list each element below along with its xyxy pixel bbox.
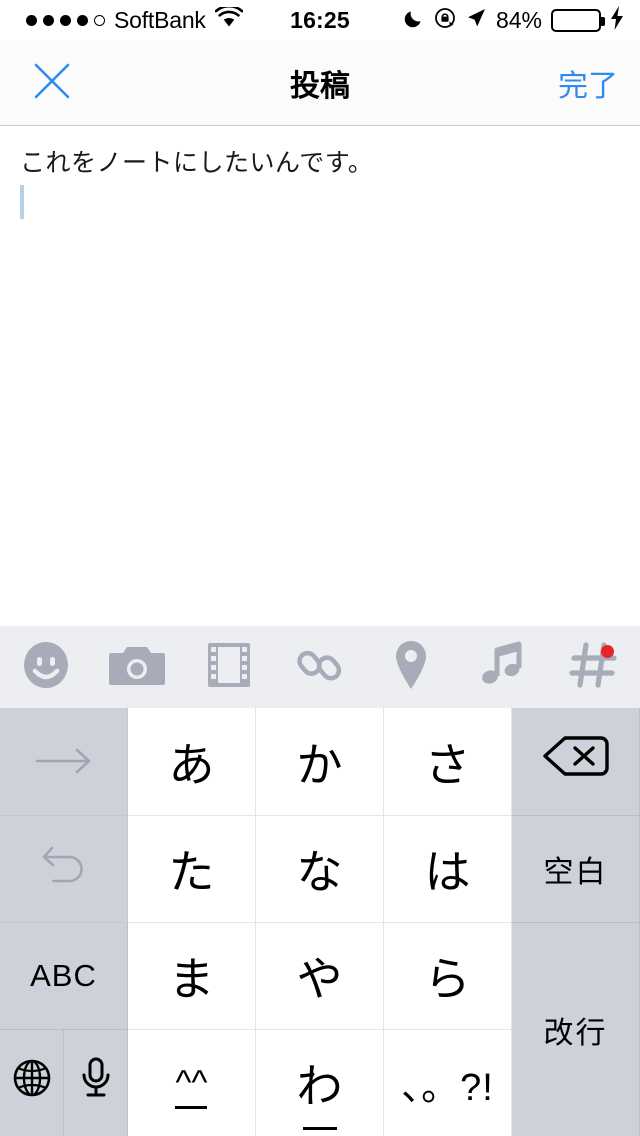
key-na[interactable]: な [256, 816, 384, 923]
hashtag-badge [600, 645, 614, 658]
video-button[interactable] [183, 626, 274, 708]
undo-arrow-icon [38, 840, 90, 899]
app-root: SoftBank 16:25 84% 投稿 完了 これをノートにしたいんです。 … [0, 0, 640, 1136]
attachment-toolbar [0, 626, 640, 708]
location-arrow-icon [465, 7, 487, 34]
done-button[interactable]: 完了 [558, 40, 618, 126]
wa-underline [302, 1127, 337, 1130]
composer-textarea[interactable]: これをノートにしたいんです。 [0, 127, 640, 626]
backspace-key[interactable] [512, 708, 640, 816]
lightning-bolt-icon [610, 5, 624, 35]
music-note-icon [479, 640, 527, 695]
status-bar-right: 84% [403, 0, 624, 40]
key-wa[interactable]: わ [256, 1030, 384, 1136]
key-ha[interactable]: は [384, 816, 512, 923]
nav-bar: 投稿 完了 [0, 40, 640, 126]
key-ta[interactable]: た [128, 816, 256, 923]
emoji-button[interactable] [0, 626, 91, 708]
moon-icon [403, 7, 425, 34]
key-a[interactable]: あ [128, 708, 256, 816]
camera-icon [109, 641, 166, 694]
camera-button[interactable] [91, 626, 182, 708]
return-key[interactable]: 改行 [512, 923, 640, 1136]
dictation-key[interactable] [64, 1030, 128, 1136]
battery-icon [551, 8, 605, 32]
key-punctuation[interactable]: 、。?! [384, 1030, 512, 1136]
text-caret [20, 185, 24, 220]
globe-key[interactable] [0, 1030, 64, 1136]
key-wa-label: わ [296, 1060, 343, 1112]
next-candidate-key[interactable] [0, 708, 128, 816]
backspace-icon [542, 732, 609, 791]
keyboard: あ か さ た な は 空白 ABC ま や ら 改行 ^^ わ 、。?! [0, 708, 640, 1136]
composer-text: これをノートにしたいんです。 [20, 149, 374, 177]
location-pin-icon [391, 639, 431, 696]
abc-mode-key[interactable]: ABC [0, 923, 128, 1030]
hashtag-button[interactable] [549, 626, 640, 708]
key-ka[interactable]: か [256, 708, 384, 816]
film-icon [206, 641, 252, 694]
location-button[interactable] [366, 626, 457, 708]
emoji-icon [19, 638, 73, 697]
key-kaomoji[interactable]: ^^ [128, 1030, 256, 1136]
key-ma[interactable]: ま [128, 923, 256, 1030]
undo-key[interactable] [0, 816, 128, 923]
arrow-right-icon [33, 735, 95, 789]
link-button[interactable] [274, 626, 365, 708]
wa-label-wrap: わ [296, 1050, 343, 1130]
link-icon [295, 640, 345, 695]
battery-percent-label: 84% [495, 6, 542, 33]
kaomoji-label: ^^ [175, 1064, 208, 1109]
space-key[interactable]: 空白 [512, 816, 640, 923]
page-title: 投稿 [290, 70, 350, 103]
rotation-lock-icon [434, 7, 456, 34]
battery-nub [601, 16, 605, 26]
globe-icon [10, 1056, 54, 1111]
key-ya[interactable]: や [256, 923, 384, 1030]
status-bar: SoftBank 16:25 84% [0, 0, 640, 40]
kaomoji-underline [175, 1105, 208, 1109]
microphone-icon [79, 1055, 113, 1112]
music-button[interactable] [457, 626, 548, 708]
key-sa[interactable]: さ [384, 708, 512, 816]
key-ra[interactable]: ら [384, 923, 512, 1030]
